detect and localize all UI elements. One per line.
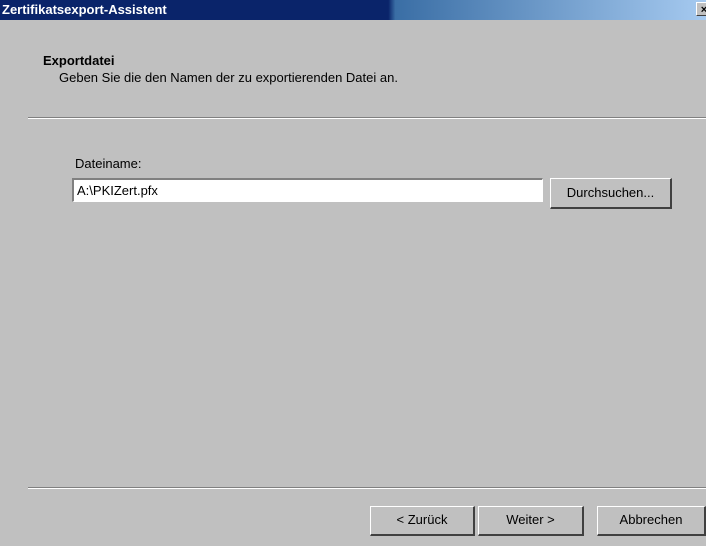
filename-label: Dateiname: — [75, 156, 142, 171]
close-icon[interactable]: × — [696, 2, 706, 16]
header-divider — [28, 117, 706, 119]
cancel-button[interactable]: Abbrechen — [597, 506, 706, 536]
back-button[interactable]: < Zurück — [370, 506, 475, 536]
page-title: Exportdatei — [43, 53, 115, 68]
browse-button[interactable]: Durchsuchen... — [550, 178, 672, 209]
footer-divider — [28, 487, 706, 489]
wizard-window: Zertifikatsexport-Assistent × Exportdate… — [0, 0, 706, 546]
filename-input[interactable] — [72, 178, 543, 202]
next-button[interactable]: Weiter > — [478, 506, 584, 536]
window-title: Zertifikatsexport-Assistent — [2, 2, 167, 17]
page-subtitle: Geben Sie die den Namen der zu exportier… — [59, 70, 398, 85]
title-bar[interactable]: Zertifikatsexport-Assistent × — [0, 0, 706, 20]
